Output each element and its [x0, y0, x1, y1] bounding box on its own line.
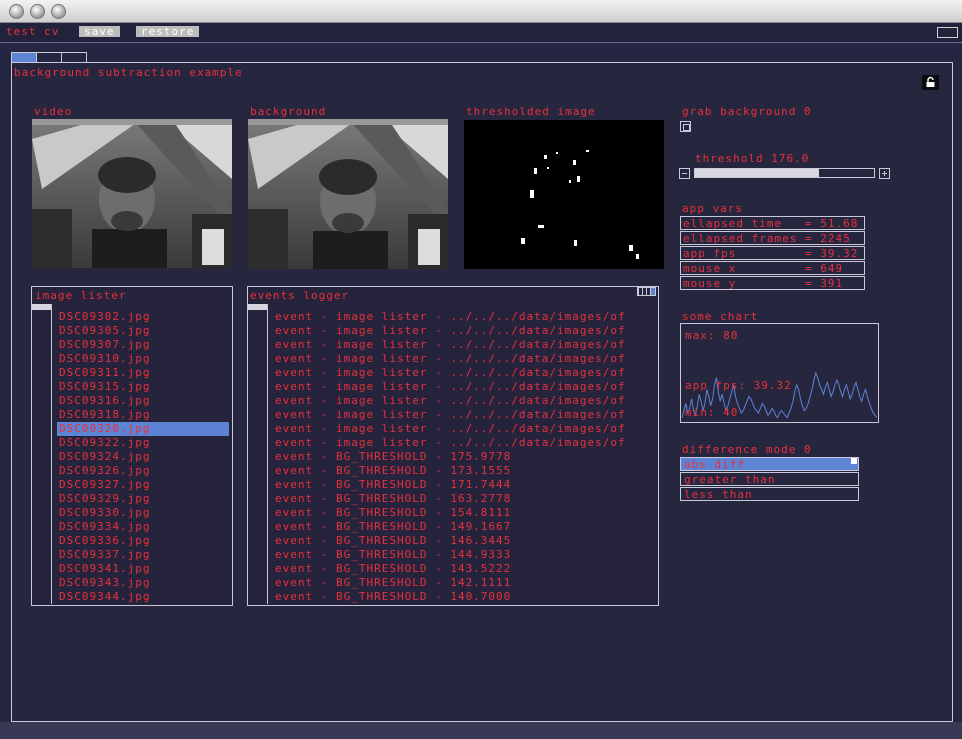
image-list-item[interactable]: DSC09327.jpg	[57, 478, 229, 492]
image-list-item[interactable]: DSC09341.jpg	[57, 562, 229, 576]
image-list-item[interactable]: DSC09322.jpg	[57, 436, 229, 450]
event-list-item: event - image lister - ../../../data/ima…	[275, 310, 626, 323]
events-logger-panel: events logger event - image lister - ../…	[247, 286, 659, 606]
window-titlebar	[0, 0, 962, 23]
difference-option-label: abs diff	[684, 458, 745, 471]
video-image	[32, 119, 232, 268]
event-list-item: event - image lister - ../../../data/ima…	[275, 366, 626, 379]
restore-button[interactable]: restore	[136, 26, 200, 37]
image-list-item[interactable]: DSC09315.jpg	[57, 380, 229, 394]
threshold-decrement-button[interactable]	[679, 168, 690, 179]
event-list-item: event - BG_THRESHOLD - 173.1555	[275, 464, 512, 477]
background-label: background	[250, 105, 327, 118]
var-ellapsed-time: ellapsed time = 51.68	[680, 216, 865, 230]
chart-max-label: max: 80	[685, 329, 739, 342]
event-list-item: event - BG_THRESHOLD - 140.7000	[275, 590, 512, 603]
event-list-item: event - image lister - ../../../data/ima…	[275, 352, 626, 365]
events-logger-title: events logger	[250, 289, 350, 302]
event-list-item: event - BG_THRESHOLD - 142.1111	[275, 576, 512, 589]
image-lister-scroll-thumb[interactable]	[32, 304, 51, 310]
toolbar-divider	[0, 42, 962, 43]
difference-option[interactable]: abs diff	[680, 457, 859, 471]
image-lister-scrollbar[interactable]	[32, 304, 52, 604]
threshold-slider[interactable]	[694, 168, 875, 178]
image-list-item[interactable]: DSC09305.jpg	[57, 324, 229, 338]
threshold-increment-button[interactable]	[879, 168, 890, 179]
event-list-item: event - BG_THRESHOLD - 171.7444	[275, 478, 512, 491]
threshold-label: threshold 176.0	[695, 152, 810, 165]
event-list-item: event - image lister - ../../../data/ima…	[275, 436, 626, 449]
video-label: video	[34, 105, 73, 118]
var-mouse-y: mouse y = 391	[680, 276, 865, 290]
save-button[interactable]: save	[79, 26, 120, 37]
close-window-button[interactable]	[9, 4, 24, 19]
threshold-slider-fill	[695, 169, 819, 177]
chart-min-label: min: 40	[685, 406, 739, 419]
background-image	[248, 119, 448, 269]
image-list-item[interactable]: DSC09310.jpg	[57, 352, 229, 366]
image-list-item[interactable]: DSC09307.jpg	[57, 338, 229, 352]
image-list-item[interactable]: DSC09324.jpg	[57, 450, 229, 464]
image-list-item[interactable]: DSC09344.jpg	[57, 590, 229, 604]
difference-option-label: greater than	[684, 473, 776, 486]
image-list-item[interactable]: DSC09343.jpg	[57, 576, 229, 590]
event-list-item: event - BG_THRESHOLD - 163.2778	[275, 492, 512, 505]
image-list-item[interactable]: DSC09334.jpg	[57, 520, 229, 534]
maximize-panel-button[interactable]	[937, 27, 958, 38]
image-list-item[interactable]: DSC09329.jpg	[57, 492, 229, 506]
zoom-window-button[interactable]	[51, 4, 66, 19]
grab-background-label: grab background 0	[682, 105, 812, 118]
image-list-item[interactable]: DSC09302.jpg	[57, 310, 229, 324]
app-vars-title: app vars	[682, 202, 743, 215]
event-list-item: event - image lister - ../../../data/ima…	[275, 380, 626, 393]
image-lister-panel: image lister DSC09302.jpg DSC09305.jpg DSC…	[31, 286, 233, 606]
event-list-item: event - BG_THRESHOLD - 144.9333	[275, 548, 512, 561]
difference-option[interactable]: greater than	[680, 472, 859, 486]
difference-option-label: less than	[684, 488, 753, 501]
thresholded-label: thresholded image	[466, 105, 596, 118]
event-list-item: event - image lister - ../../../data/ima…	[275, 394, 626, 407]
panel-title: background subtraction example	[14, 66, 243, 79]
status-bar	[0, 722, 962, 739]
event-list-item: event - BG_THRESHOLD - 175.9778	[275, 450, 512, 463]
image-list-item[interactable]: DSC09336.jpg	[57, 534, 229, 548]
event-list-item: event - image lister - ../../../data/ima…	[275, 422, 626, 435]
app-title: test cv	[6, 25, 60, 38]
event-list-item: event - image lister - ../../../data/ima…	[275, 408, 626, 421]
var-app-fps: app fps = 39.32	[680, 246, 865, 260]
difference-mode-label: difference mode 0	[682, 443, 812, 456]
event-list-item: event - image lister - ../../../data/ima…	[275, 338, 626, 351]
image-list-item[interactable]: DSC09318.jpg	[57, 408, 229, 422]
event-list-item: event - BG_THRESHOLD - 143.5222	[275, 562, 512, 575]
event-list-item: event - BG_THRESHOLD - 146.3445	[275, 534, 512, 547]
var-ellapsed-frames: ellapsed frames = 2245	[680, 231, 865, 245]
selected-marker	[851, 458, 857, 464]
image-list-item[interactable]: DSC09326.jpg	[57, 464, 229, 478]
chart-title: some chart	[682, 310, 759, 323]
events-logger-resize-handle[interactable]	[637, 287, 656, 296]
events-logger-scroll-thumb[interactable]	[248, 304, 267, 310]
chart-series-label: app fps: 39.32	[685, 379, 792, 392]
image-list-item[interactable]: DSC09316.jpg	[57, 394, 229, 408]
minimize-window-button[interactable]	[30, 4, 45, 19]
event-list-item: event - BG_THRESHOLD - 154.8111	[275, 506, 512, 519]
var-mouse-x: mouse x = 649	[680, 261, 865, 275]
image-list-item[interactable]: DSC09330.jpg	[57, 506, 229, 520]
event-list-item: event - BG_THRESHOLD - 149.1667	[275, 520, 512, 533]
lock-icon[interactable]	[922, 75, 939, 90]
event-list-item: event - image lister - ../../../data/ima…	[275, 324, 626, 337]
image-list-item[interactable]: DSC09337.jpg	[57, 548, 229, 562]
events-logger-scrollbar[interactable]	[248, 304, 268, 604]
chart-frame: max: 80 app fps: 39.32 min: 40	[680, 323, 879, 423]
grab-background-toggle[interactable]	[680, 121, 691, 132]
image-list-item[interactable]: DSC09320.jpg	[57, 422, 229, 436]
image-lister-title: image lister	[35, 289, 127, 302]
difference-option[interactable]: less than	[680, 487, 859, 501]
thresholded-image	[464, 120, 664, 269]
image-list-item[interactable]: DSC09311.jpg	[57, 366, 229, 380]
